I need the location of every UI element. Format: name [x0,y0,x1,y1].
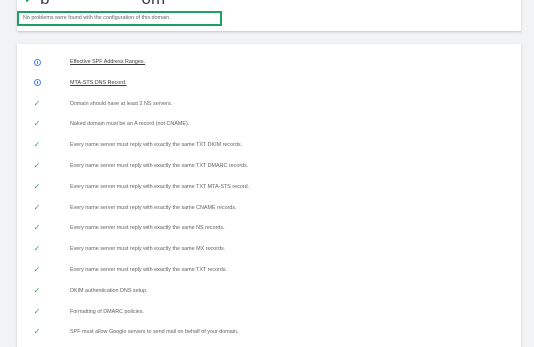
check-label: Every name server must reply with exactl… [70,267,228,273]
check-icon: ✓ [33,141,41,149]
check-icon: ✓ [33,285,41,295]
check-label: Domain should have at least 2 NS servers… [70,100,173,107]
check-mark: ✓ [33,181,41,191]
check-mark: ✓ [33,327,41,337]
check-label: Naked domain must be an A record (not CN… [70,121,190,128]
check-label: Every name server must reply with exactl… [70,246,226,253]
check-row: ✓ Domain should have at least 2 NS server… [17,97,521,111]
check-icon: ✓ [33,224,41,232]
check-icon: ✓ [33,328,41,336]
domain-name-end: om [142,0,166,4]
check-mark: ✓ [33,119,41,129]
check-label: Every name server must reply with exactl… [70,142,243,149]
check-icon: ✓ [33,120,41,128]
check-icon: ✓ [33,245,41,253]
check-row[interactable]: MTA-STS DNS Record. [17,76,521,90]
check-icon: ✓ [24,0,34,4]
check-row: ✓ SPF must allow Google servers to send m… [17,325,521,339]
check-mark: ✓ [33,265,41,274]
check-row: ✓ Naked domain must be an A record (not C… [17,117,521,131]
check-row: ✓ Every name server must reply with exact… [17,201,521,215]
domain-name-start: b [40,0,49,4]
check-icon: ✓ [33,202,41,212]
check-label: SPF must allow Google servers to send ma… [70,329,239,336]
check-label: Every name server must reply with exactl… [70,183,250,190]
check-mark: ✓ [33,161,41,170]
domain-summary-card: ✓ b om No problems were found with the c… [17,0,521,31]
check-row: ✓ Every name server must reply with exact… [17,138,521,152]
check-mark: ✓ [33,98,41,108]
check-row: ✓ Every name server must reply with exact… [17,263,521,277]
check-row: ✓ Formatting of DMARC policies. [17,305,521,319]
check-icon: ✓ [33,266,41,274]
domain-heading: ✓ b om [24,0,165,4]
check-link[interactable]: Effective SPF Address Ranges. [70,55,145,69]
check-row: ✓ DKIM authentication DNS setup. [17,284,521,298]
check-label: Every name server must reply with exactl… [70,204,237,211]
check-icon: ✓ [33,98,41,108]
check-row: ✓ Every name server must reply with exact… [17,221,521,235]
check-label: Every name server must reply with exactl… [70,225,225,232]
check-mark: ✓ [33,140,41,150]
check-mark: ✓ [33,306,41,316]
check-row: ✓ Every name server must reply with exact… [17,159,521,173]
check-icon: ✓ [33,162,41,170]
info-icon [33,79,41,87]
check-icon: ✓ [33,181,41,191]
check-mark: ✓ [33,223,41,233]
check-label: DKIM authentication DNS setup. [70,287,148,294]
check-label: Every name server must reply with exactl… [70,163,249,169]
check-mark: ✓ [33,244,41,254]
checks-list: Effective SPF Address Ranges. MTA-STS DNS… [17,44,521,347]
check-row: ✓ Every name server must reply with exact… [17,242,521,256]
check-label: Formatting of DMARC policies. [70,308,144,315]
status-message: No problems were found with the configur… [17,11,222,26]
check-link[interactable]: MTA-STS DNS Record. [70,76,127,90]
check-row: ✓ Every name server must reply with exact… [17,180,521,194]
check-icon: ✓ [33,306,41,316]
check-row[interactable]: Effective SPF Address Ranges. [17,55,521,69]
info-icon [33,58,41,66]
info-circle-shape [33,58,41,66]
check-mark: ✓ [33,285,41,295]
info-circle-shape [33,79,41,87]
check-mark: ✓ [33,202,41,212]
